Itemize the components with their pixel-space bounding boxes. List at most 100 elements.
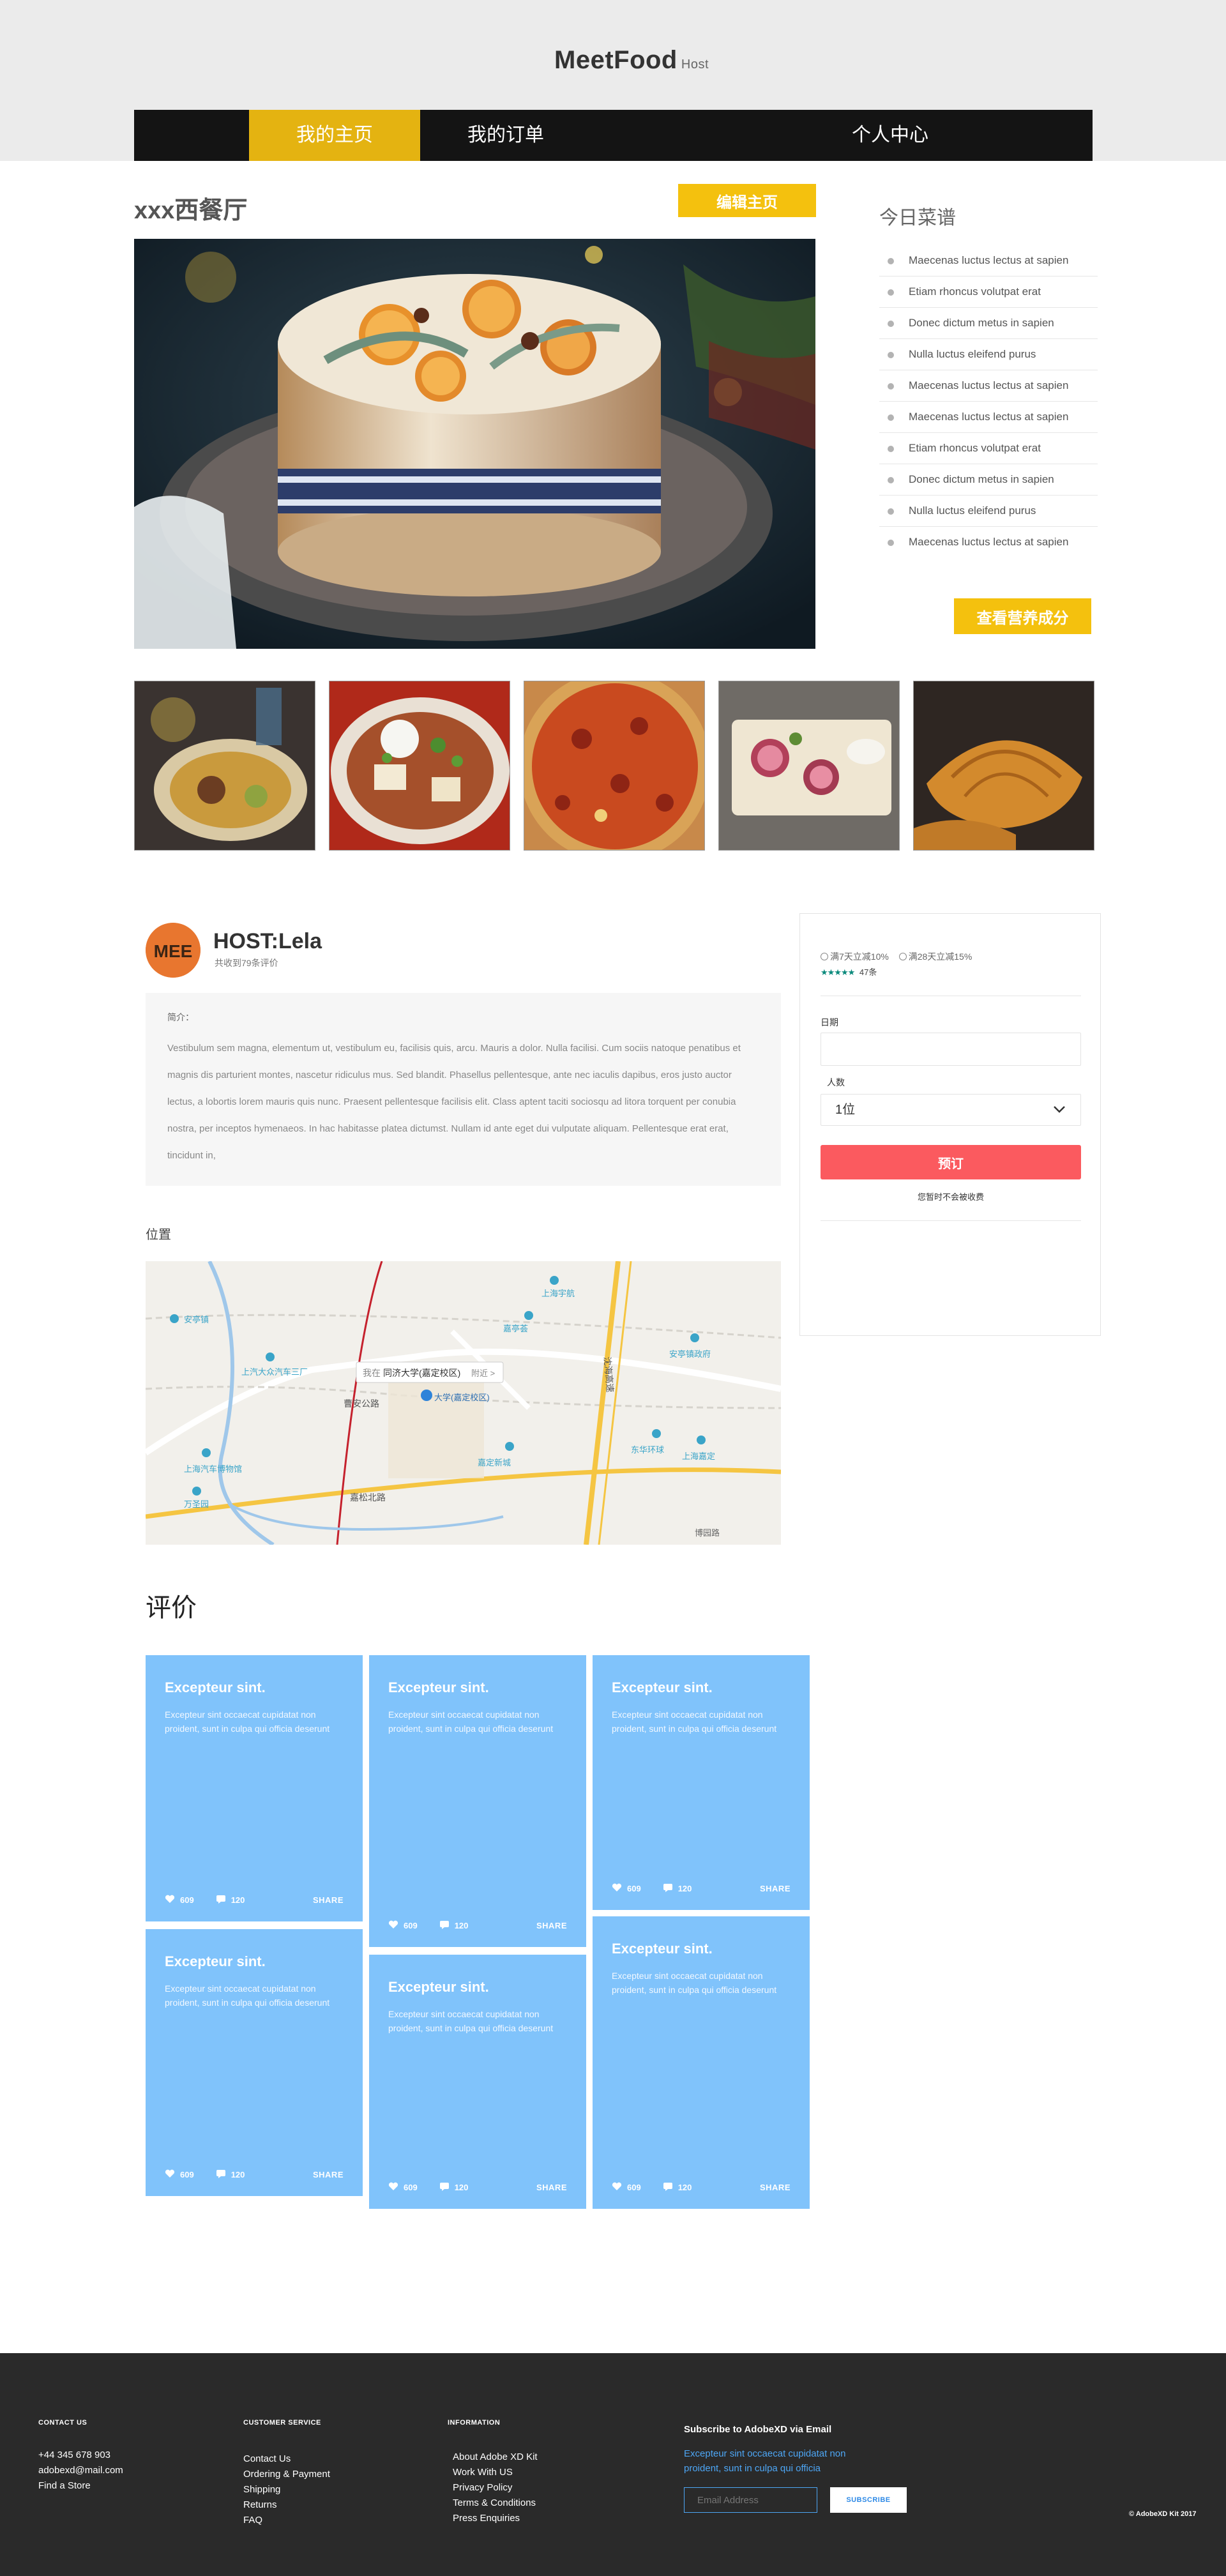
food-thumbnail-tofu[interactable] [329,681,510,851]
footer-link[interactable]: Press Enquiries [448,2511,538,2526]
footer-find-store[interactable]: Find a Store [38,2478,123,2494]
nav-item-orders[interactable]: 我的订单 [420,110,591,161]
menu-item-label: Donec dictum metus in sapien [909,317,1054,329]
nav-item-profile[interactable]: 个人中心 [805,110,976,161]
bullet-icon [888,289,894,296]
bullet-icon [888,446,894,452]
comment-icon[interactable] [439,1920,450,1931]
subscribe-email-input[interactable] [684,2487,817,2513]
menu-item-label: Etiam rhoncus volutpat erat [909,285,1041,298]
footer-service: CUSTOMER SERVICE Contact Us Ordering & P… [243,2419,330,2528]
footer-link[interactable]: Privacy Policy [448,2480,538,2496]
food-thumbnail-nachos[interactable] [134,681,315,851]
comment-icon[interactable] [216,1895,226,1905]
review-footer: 609 120 SHARE [388,2181,567,2193]
menu-item-label: Maecenas luctus lectus at sapien [909,411,1069,423]
like-count: 609 [404,1920,418,1930]
menu-item-label: Etiam rhoncus volutpat erat [909,442,1041,454]
people-select[interactable]: 1位 [821,1094,1081,1126]
comment-icon[interactable] [663,1883,673,1894]
menu-item: Maecenas luctus lectus at sapien [879,245,1098,277]
intro-label: 简介： [167,1012,194,1022]
heart-icon[interactable] [612,2182,622,2193]
nav-item-home[interactable]: 我的主页 [249,110,420,161]
menu-item: Maecenas luctus lectus at sapien [879,370,1098,402]
heart-icon[interactable] [388,1920,398,1931]
no-charge-note: 您暂时不会被收费 [917,1192,984,1202]
footer-link[interactable]: Terms & Conditions [448,2496,538,2511]
food-thumbnail-pizza[interactable] [524,681,705,851]
intro-text: Vestibulum sem magna, elementum ut, vest… [167,1043,741,1161]
map-road-label: 曹安公路 [344,1398,379,1409]
review-body: Excepteur sint occaecat cupidatat non pr… [612,1971,777,1995]
host-review-count: 共收到79条评价 [215,958,278,968]
heart-icon[interactable] [612,1883,622,1894]
footer-information: INFORMATION About Adobe XD Kit Work With… [448,2419,538,2526]
map-poi-label: 上海嘉定 [682,1451,715,1461]
comment-icon[interactable] [663,2182,673,2193]
food-thumbnail-croissant[interactable] [913,681,1094,851]
footer-link[interactable]: Returns [243,2497,330,2513]
footer-email[interactable]: adobexd@mail.com [38,2463,123,2478]
heart-icon[interactable] [388,2182,398,2193]
map-poi-label: 万圣园 [184,1499,209,1509]
map-poi-label: 安亭镇 [184,1315,209,1324]
footer-link[interactable]: Contact Us [243,2451,330,2467]
review-title: Excepteur sint. [165,1953,266,1969]
food-thumbnail-figs[interactable] [718,681,900,851]
book-button[interactable]: 预订 [821,1145,1081,1179]
promo-7days: 满7天立减10% [830,951,889,962]
location-map[interactable]: 我在 同济大学(嘉定校区) 附近 > 大学(嘉定校区) 曹安公路 嘉松北路 沈海… [146,1261,781,1545]
footer-phone[interactable]: +44 345 678 903 [38,2448,123,2463]
bullet-icon [888,383,894,390]
footer-contact-title: CONTACT US [38,2419,87,2427]
share-link[interactable]: SHARE [313,1895,344,1905]
map-popup-prefix: 我在 [363,1368,381,1378]
today-menu-list: Maecenas luctus lectus at sapien Etiam r… [879,245,1098,558]
comment-icon[interactable] [439,2182,450,2193]
review-card[interactable]: Excepteur sint. Excepteur sint occaecat … [146,1929,363,2196]
date-field[interactable] [821,1033,1081,1066]
host-name: HOST:Lela [213,929,322,953]
subscribe-button[interactable]: SUBSCRIBE [830,2487,907,2513]
share-link[interactable]: SHARE [760,1884,791,1893]
comment-icon[interactable] [216,2169,226,2180]
footer-link[interactable]: Ordering & Payment [243,2467,330,2482]
heart-icon[interactable] [165,2169,175,2180]
review-card[interactable]: Excepteur sint. Excepteur sint occaecat … [369,1955,586,2209]
booking-card: 满7天立减10% 满28天立减15% ★★★★★ 47条 日期 人数 1位 预订… [799,913,1101,1336]
footer-contact: CONTACT US +44 345 678 903 adobexd@mail.… [38,2419,123,2494]
review-footer: 609 120 SHARE [165,1893,344,1906]
review-body: Excepteur sint occaecat cupidatat non pr… [388,1709,554,1734]
review-card[interactable]: Excepteur sint. Excepteur sint occaecat … [369,1655,586,1947]
map-road-label: 嘉松北路 [350,1492,386,1503]
edit-home-button[interactable]: 编辑主页 [678,184,816,217]
footer-link[interactable]: Shipping [243,2482,330,2497]
host-avatar[interactable]: MEE [146,923,201,978]
heart-icon[interactable] [165,1895,175,1905]
like-count: 609 [627,1883,641,1893]
review-body: Excepteur sint occaecat cupidatat non pr… [388,2009,554,2033]
share-link[interactable]: SHARE [536,1921,567,1930]
brand-logo[interactable]: MeetFood Host [554,46,709,75]
review-card[interactable]: Excepteur sint. Excepteur sint occaecat … [146,1655,363,1921]
menu-item: Nulla luctus eleifend purus [879,496,1098,527]
like-count: 609 [404,2182,418,2192]
footer-link[interactable]: About Adobe XD Kit [448,2450,538,2465]
menu-item: Nulla luctus eleifend purus [879,339,1098,370]
map-poi-label: 上汽大众汽车三厂 [241,1367,308,1377]
copyright: © AdobeXD Kit 2017 [1129,2510,1197,2518]
share-link[interactable]: SHARE [760,2183,791,2192]
review-card[interactable]: Excepteur sint. Excepteur sint occaecat … [593,1655,810,1910]
share-link[interactable]: SHARE [313,2170,344,2179]
footer-link[interactable]: Work With US [448,2465,538,2480]
share-link[interactable]: SHARE [536,2183,567,2192]
footer-link[interactable]: FAQ [243,2513,330,2528]
avatar-text: MEE [154,941,193,961]
menu-item: Etiam rhoncus volutpat erat [879,433,1098,464]
view-nutrition-button[interactable]: 查看营养成分 [954,598,1091,634]
like-count: 609 [180,2169,194,2179]
menu-item-label: Donec dictum metus in sapien [909,473,1054,485]
review-card[interactable]: Excepteur sint. Excepteur sint occaecat … [593,1916,810,2209]
review-title: Excepteur sint. [165,1679,266,1695]
